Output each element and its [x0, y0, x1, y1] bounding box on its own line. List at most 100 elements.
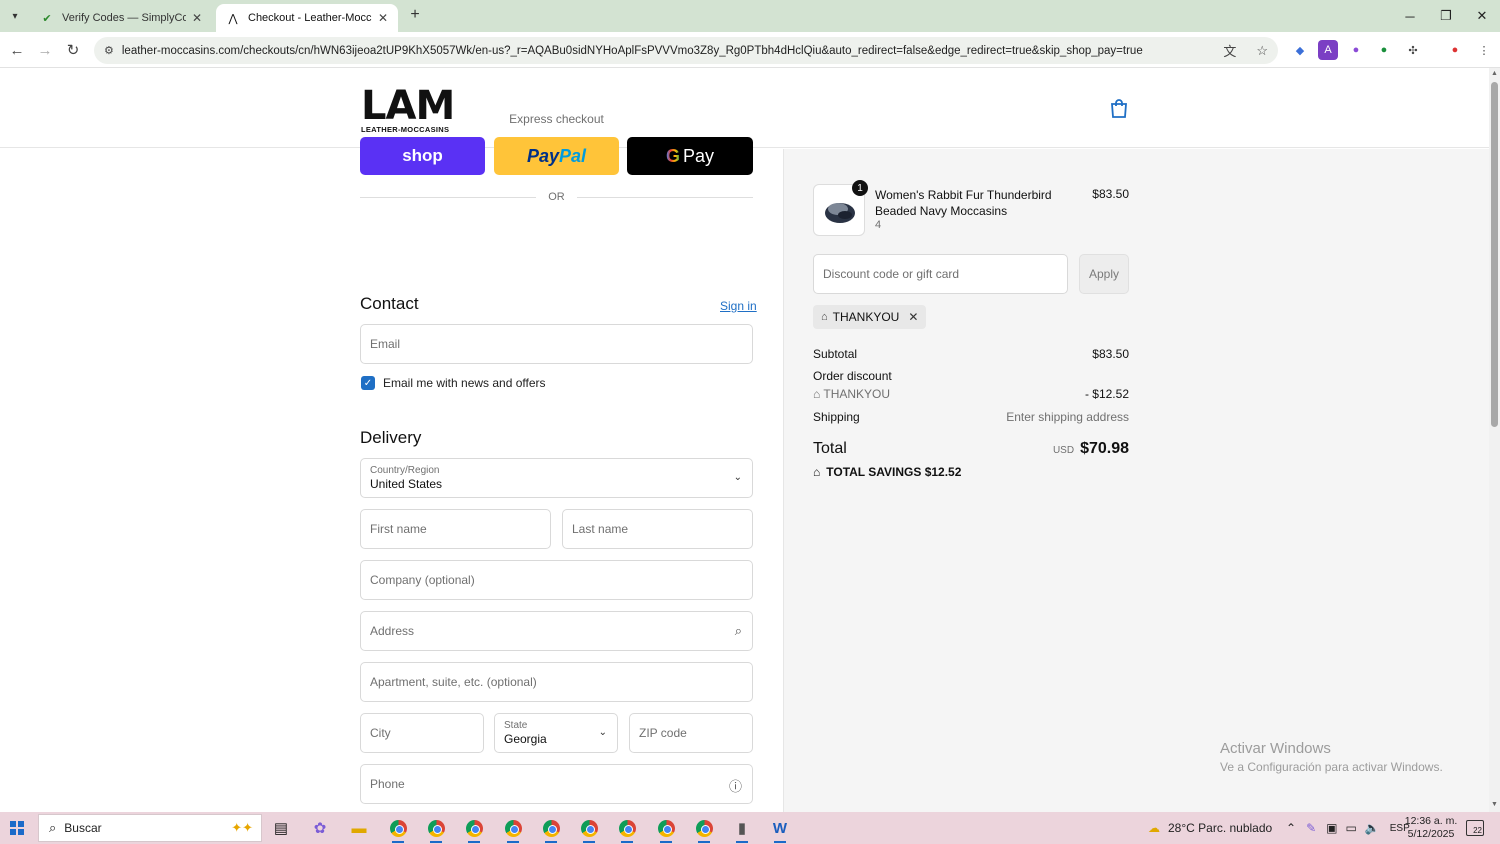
s-extension-icon[interactable]: ● [1374, 40, 1394, 60]
volume-icon[interactable]: 🔈 [1365, 821, 1380, 835]
tab-checkout[interactable]: ⋀ Checkout - Leather-Moccasins ✕ [216, 4, 398, 32]
bookmark-star-icon[interactable]: ☆ [1256, 43, 1268, 59]
a-extension-icon[interactable]: A [1318, 40, 1338, 60]
scroll-down-arrow-icon[interactable]: ▼ [1491, 801, 1498, 808]
order-discount-row: Order discount [813, 369, 1129, 383]
express-checkout-label: Express checkout [509, 112, 604, 126]
notifications-count: 22 [1473, 826, 1482, 835]
delivery-heading: Delivery [360, 428, 422, 447]
close-tab-icon[interactable]: ✕ [192, 11, 202, 25]
city-field[interactable]: City [360, 713, 484, 753]
close-window-icon[interactable]: ✕ [1464, 4, 1500, 28]
word-icon[interactable]: W [767, 816, 793, 843]
weather-widget[interactable]: ☁ 28°C Parc. nublado [1148, 812, 1272, 844]
state-select[interactable]: State Georgia ⌄ [494, 713, 618, 753]
taskbar-search[interactable]: ⌕ Buscar ✦✦ [38, 814, 262, 842]
or-label: OR [548, 191, 565, 203]
sign-in-link[interactable]: Sign in [720, 299, 757, 313]
profile-avatar-icon[interactable]: ● [1445, 40, 1465, 60]
chrome-taskbar-icon[interactable] [500, 816, 526, 843]
task-view-icon[interactable]: ▤ [268, 816, 294, 840]
discount-code-input[interactable]: Discount code or gift card [813, 254, 1068, 294]
address-field[interactable]: Address ⌕ [360, 611, 753, 651]
url-text: leather-moccasins.com/checkouts/cn/hWN63… [121, 44, 1143, 57]
last-name-field[interactable]: Last name [562, 509, 753, 549]
scrollbar-thumb[interactable] [1491, 82, 1498, 427]
apply-button[interactable]: Apply [1079, 254, 1129, 294]
mouse-app-icon[interactable]: ▮ [729, 816, 755, 843]
network-icon[interactable]: ▭ [1345, 821, 1356, 835]
restore-icon[interactable]: ❐ [1428, 4, 1464, 28]
company-field[interactable]: Company (optional) [360, 560, 753, 600]
quantity-badge: 1 [852, 180, 868, 196]
close-tab-icon[interactable]: ✕ [378, 11, 388, 25]
zip-field[interactable]: ZIP code [629, 713, 753, 753]
apartment-field[interactable]: Apartment, suite, etc. (optional) [360, 662, 753, 702]
shopping-bag-icon[interactable] [1110, 98, 1128, 118]
taskbar-search-label: Buscar [64, 821, 102, 835]
activation-title: Activar Windows [1220, 740, 1331, 757]
pen-icon[interactable]: ✎ [1306, 821, 1316, 835]
chrome-taskbar-icon[interactable] [461, 816, 487, 843]
help-circle-icon[interactable]: ⓘ [729, 776, 742, 795]
new-tab-plus-icon[interactable]: + [406, 6, 424, 24]
notifications-icon[interactable]: 22 [1466, 820, 1484, 836]
translate-icon[interactable]: 文 [1223, 41, 1236, 60]
browser-tab-bar: ▾ ✔ Verify Codes — SimplyCodes ✕ ⋀ Check… [0, 0, 1500, 32]
address-bar[interactable]: ⚙ leather-moccasins.com/checkouts/cn/hWN… [94, 37, 1278, 64]
lm-icon: ⋀ [228, 12, 238, 25]
reload-icon[interactable]: ↻ [63, 40, 83, 60]
extensions-puzzle-icon[interactable]: ✣ [1403, 40, 1423, 60]
first-name-field[interactable]: First name [360, 509, 551, 549]
chrome-taskbar-icon[interactable] [538, 816, 564, 843]
menu-kebab-icon[interactable]: ⋮ [1474, 40, 1494, 60]
shop-pay-button[interactable]: shop [360, 137, 485, 175]
scroll-up-arrow-icon[interactable]: ▲ [1491, 70, 1498, 77]
newsletter-checkbox-row[interactable]: ✓ Email me with news and offers [361, 376, 546, 390]
logo-subtitle: LEATHER-MOCCASINS [361, 125, 450, 134]
search-icon: ⌕ [734, 623, 742, 638]
windows-start-icon[interactable] [10, 821, 24, 835]
minimize-icon[interactable]: ─ [1392, 4, 1428, 28]
page-scrollbar[interactable]: ▲ ▼ [1489, 68, 1500, 812]
c-extension-icon[interactable]: ● [1346, 40, 1366, 60]
google-pay-button[interactable]: G Pay [627, 137, 753, 175]
clock-time: 12:36 a. m. [1404, 815, 1458, 827]
chrome-taskbar-icon[interactable] [653, 816, 679, 843]
subtotal-value: $83.50 [1092, 347, 1129, 361]
chevron-down-icon: ⌄ [733, 472, 742, 483]
company-placeholder: Company (optional) [370, 573, 475, 587]
chrome-taskbar-icon[interactable] [614, 816, 640, 843]
show-hidden-icons-chevron-icon[interactable]: ⌃ [1286, 821, 1296, 835]
copilot-icon[interactable]: ✿ [307, 816, 333, 840]
meet-icon[interactable]: ▣ [1326, 821, 1337, 835]
phone-field[interactable]: Phone ⓘ [360, 764, 753, 804]
email-field[interactable]: Email [360, 324, 753, 364]
tab-simplycodes[interactable]: ✔ Verify Codes — SimplyCodes ✕ [30, 4, 212, 32]
applied-code: THANKYOU [832, 310, 900, 324]
country-select[interactable]: Country/Region United States ⌄ [360, 458, 753, 498]
chrome-taskbar-icon[interactable] [385, 816, 411, 843]
remove-discount-icon[interactable]: ✕ [908, 310, 918, 324]
site-info-icon[interactable]: ⚙ [104, 44, 114, 57]
forward-arrow-icon[interactable]: → [35, 40, 55, 60]
file-explorer-icon[interactable]: ▬ [346, 816, 372, 840]
tab-search-chevron-icon[interactable]: ▾ [6, 7, 24, 25]
last-name-placeholder: Last name [572, 522, 629, 536]
tag-icon: ⌂ [813, 465, 821, 479]
total-label: Total [813, 440, 847, 457]
newsletter-checkbox[interactable]: ✓ [361, 376, 375, 390]
apartment-placeholder: Apartment, suite, etc. (optional) [370, 675, 537, 689]
tab-title: Checkout - Leather-Moccasins [248, 12, 372, 24]
shield-extension-icon[interactable]: ◆ [1290, 40, 1310, 60]
shipping-value: Enter shipping address [1006, 410, 1129, 424]
moccasin-image [825, 203, 855, 223]
back-arrow-icon[interactable]: ← [7, 40, 27, 60]
chrome-taskbar-icon[interactable] [691, 816, 717, 843]
chrome-taskbar-icon[interactable] [576, 816, 602, 843]
system-clock[interactable]: 12:36 a. m. 5/12/2025 [1404, 815, 1458, 841]
chrome-taskbar-icon[interactable] [423, 816, 449, 843]
paypal-button[interactable]: Pay Pal [494, 137, 619, 175]
google-g-icon: G [665, 145, 680, 166]
total-savings-label: TOTAL SAVINGS $12.52 [826, 465, 962, 479]
